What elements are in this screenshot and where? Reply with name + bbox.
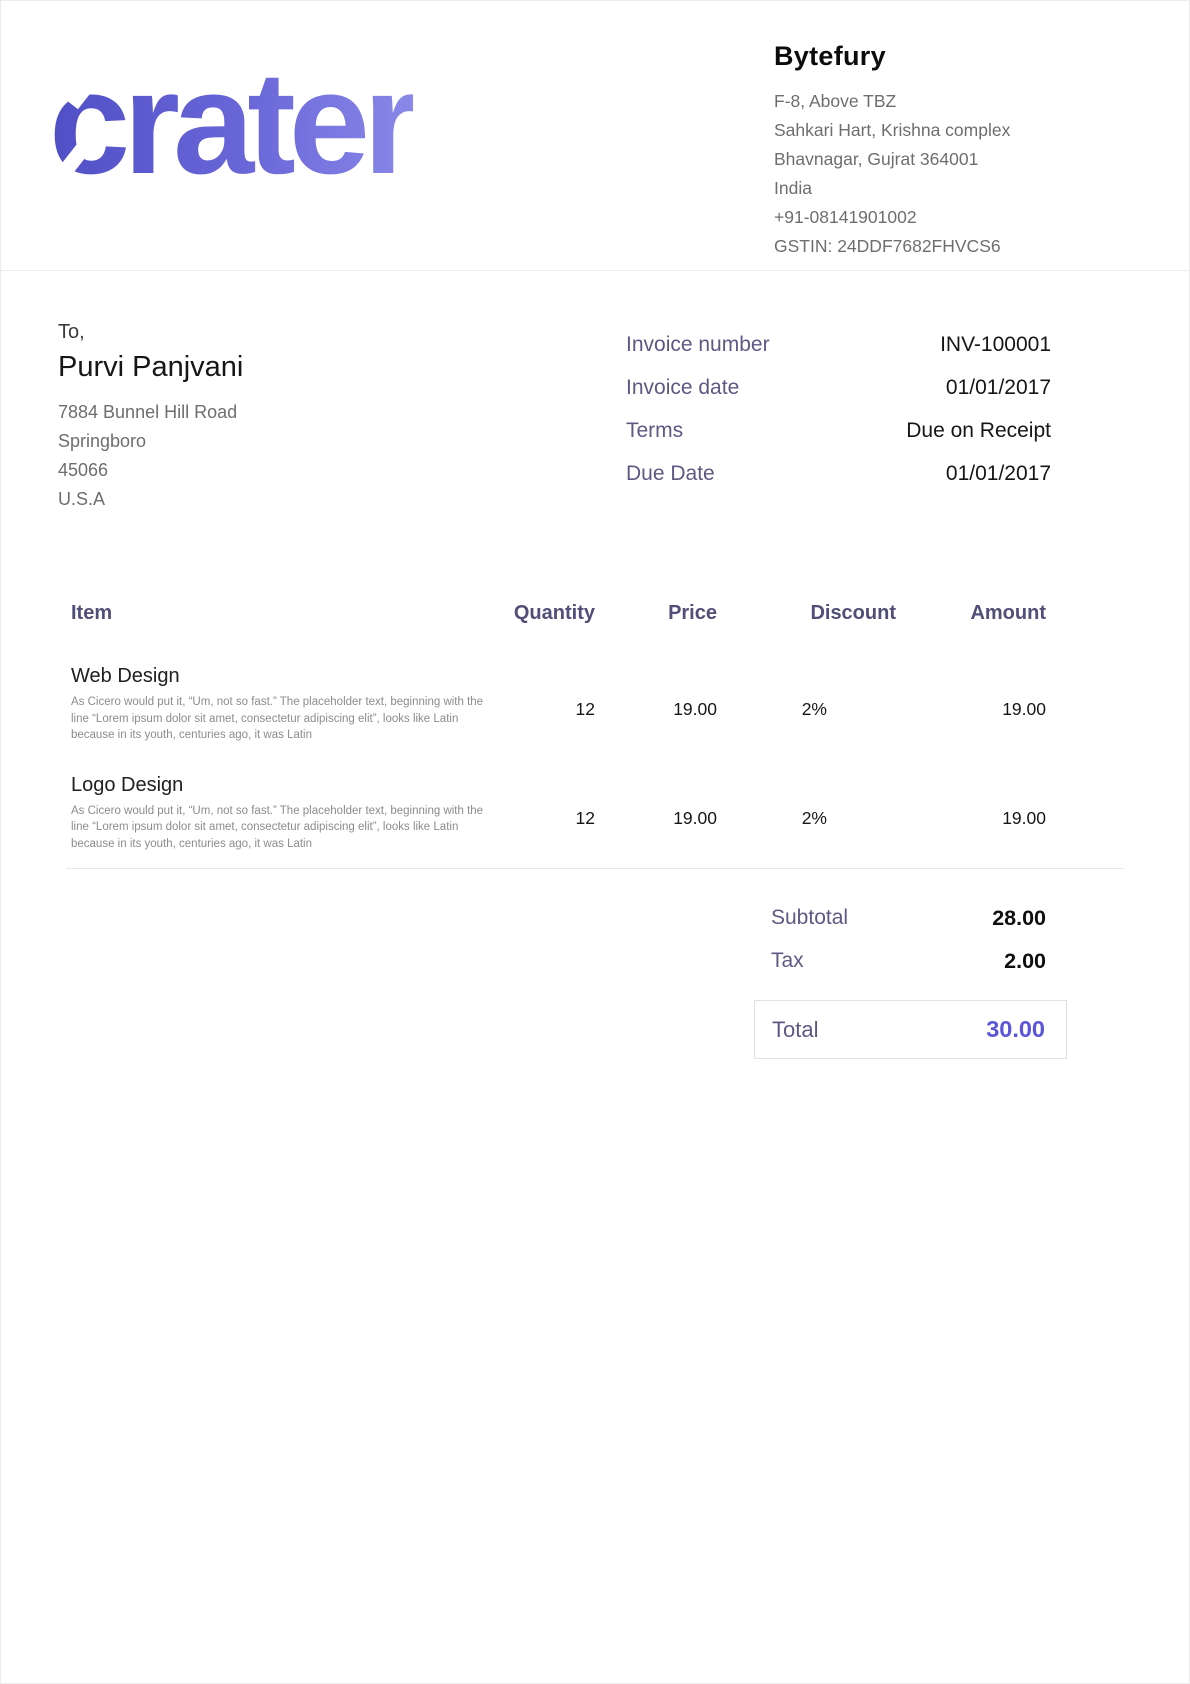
company-address-line: India [774,174,1119,203]
crater-logo: crater [49,61,413,185]
header: crater Bytefury F-8, Above TBZ Sahkari H… [1,1,1189,271]
customer-address-line: 45066 [58,456,243,485]
item-price: 19.00 [673,699,717,720]
logo-stencil-cut [44,139,93,196]
item-discount: 2% [802,699,827,720]
bill-to-label: To, [58,321,243,344]
invoice-number-value: INV-100001 [940,329,1051,361]
tax-label: Tax [771,946,804,976]
item-quantity: 12 [576,699,595,720]
company-info: Bytefury F-8, Above TBZ Sahkari Hart, Kr… [774,35,1119,261]
subtotal-value: 28.00 [992,903,1046,933]
terms-value: Due on Receipt [906,415,1051,447]
invoice-number-label: Invoice number [626,329,770,361]
company-address-line: Sahkari Hart, Krishna complex [774,116,1119,145]
invoice-meta-block: Invoice number INV-100001 Invoice date 0… [626,321,1051,514]
terms-row: Terms Due on Receipt [626,415,1051,447]
invoice-page: crater Bytefury F-8, Above TBZ Sahkari H… [0,0,1190,1684]
company-phone: +91-08141901002 [774,203,1119,232]
bill-to-block: To, Purvi Panjvani 7884 Bunnel Hill Road… [58,321,243,514]
column-header-item: Item [71,602,112,625]
items-table-header: Item Quantity Price Discount Amount [66,602,1124,632]
due-date-row: Due Date 01/01/2017 [626,458,1051,490]
item-quantity: 12 [576,808,595,829]
customer-name: Purvi Panjvani [58,351,243,384]
total-value: 30.00 [986,1016,1045,1043]
company-gstin: GSTIN: 24DDF7682FHVCS6 [774,232,1119,261]
terms-label: Terms [626,415,683,447]
item-price: 19.00 [673,808,717,829]
logo-stencil-cut [422,107,467,160]
customer-address-line: U.S.A [58,485,243,514]
table-row: Logo Design As Cicero would put it, “Um,… [66,774,1124,853]
item-name: Web Design [66,665,1124,688]
table-bottom-divider [66,868,1124,869]
company-address-line: F-8, Above TBZ [774,87,1119,116]
subtotal-row: Subtotal 28.00 [734,903,1124,933]
tax-row: Tax 2.00 [734,946,1124,976]
item-description: As Cicero would put it, “Um, not so fast… [66,803,494,853]
item-description: As Cicero would put it, “Um, not so fast… [66,694,494,744]
company-name: Bytefury [774,41,1119,72]
logo-stencil-cut [66,53,115,110]
invoice-date-value: 01/01/2017 [946,372,1051,404]
invoice-date-row: Invoice date 01/01/2017 [626,372,1051,404]
company-address-line: Bhavnagar, Gujrat 364001 [774,145,1119,174]
invoice-number-row: Invoice number INV-100001 [626,329,1051,361]
subtotal-label: Subtotal [771,903,848,933]
item-discount: 2% [802,808,827,829]
column-header-quantity: Quantity [514,602,595,625]
customer-address-line: 7884 Bunnel Hill Road [58,398,243,427]
column-header-discount: Discount [810,602,896,625]
item-amount: 19.00 [1002,808,1046,829]
tax-value: 2.00 [1004,946,1046,976]
customer-address-line: Springboro [58,427,243,456]
item-name: Logo Design [66,774,1124,797]
column-header-amount: Amount [970,602,1046,625]
billing-section: To, Purvi Panjvani 7884 Bunnel Hill Road… [1,271,1189,514]
column-header-price: Price [668,602,717,625]
due-date-value: 01/01/2017 [946,458,1051,490]
total-box: Total 30.00 [754,1000,1067,1059]
item-amount: 19.00 [1002,699,1046,720]
table-row: Web Design As Cicero would put it, “Um, … [66,665,1124,744]
items-table: Item Quantity Price Discount Amount Web … [1,602,1189,869]
due-date-label: Due Date [626,458,715,490]
totals-section: Subtotal 28.00 Tax 2.00 Total 30.00 [1,903,1189,1059]
invoice-date-label: Invoice date [626,372,739,404]
total-label: Total [772,1017,818,1043]
